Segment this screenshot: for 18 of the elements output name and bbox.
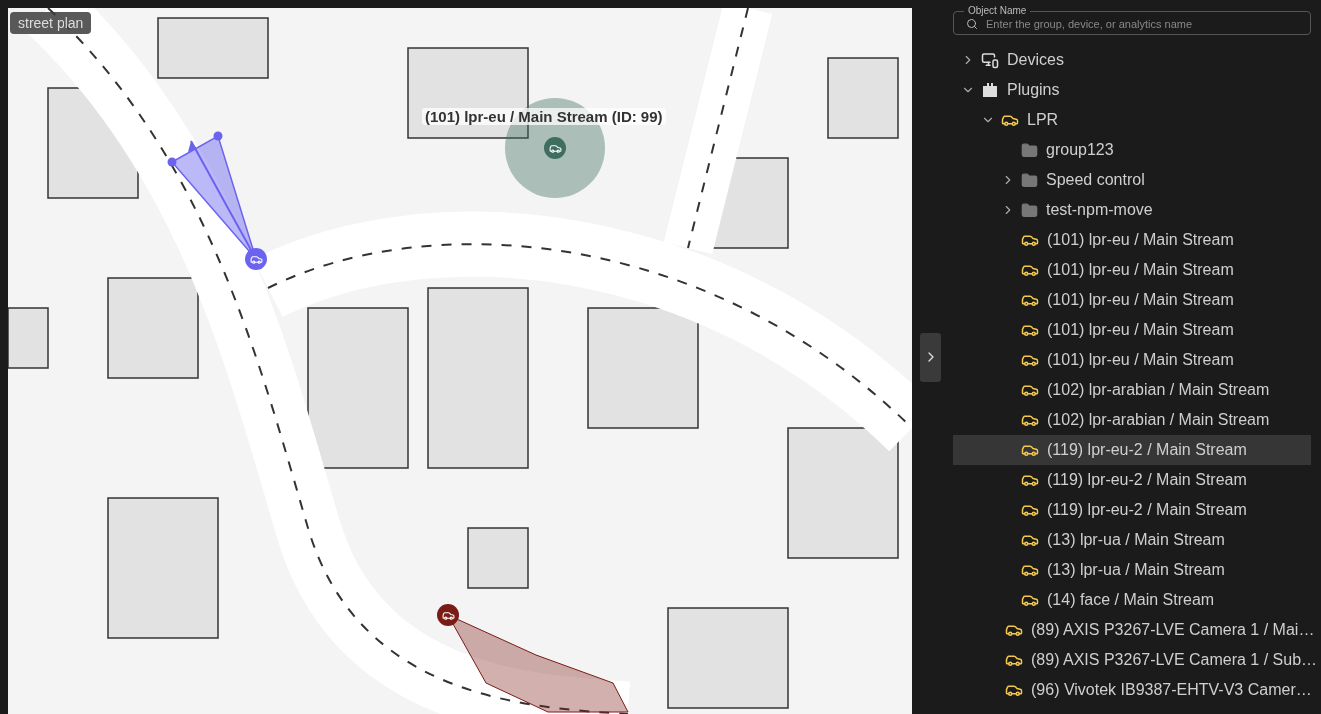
folder-icon: [1021, 141, 1038, 159]
folder-icon: [1021, 201, 1038, 219]
camera-marker[interactable]: [544, 137, 566, 159]
camera-label: (101) lpr-eu / Main Stream (ID: 99): [422, 108, 666, 125]
map-panel[interactable]: (101) lpr-eu / Main Stream (ID: 99) street plan: [8, 8, 912, 714]
expand-panel-button[interactable]: [920, 332, 941, 382]
search-field[interactable]: Object Name Enter the group, device, or analytics name: [953, 5, 1311, 35]
search-icon: [966, 18, 978, 30]
folder-icon: [1021, 171, 1038, 189]
building: [8, 307, 49, 369]
search-input[interactable]: Enter the group, device, or analytics name: [984, 17, 1298, 31]
tree-item[interactable]: (119) lpr-eu-2 / Main Stream: [953, 435, 1311, 465]
field-label: Object Name: [967, 5, 1028, 17]
map-title: street plan: [10, 12, 92, 34]
devices-icon: [981, 51, 999, 69]
camera-marker[interactable]: [437, 604, 459, 626]
plugin-icon: [981, 81, 999, 99]
building: [467, 527, 529, 589]
